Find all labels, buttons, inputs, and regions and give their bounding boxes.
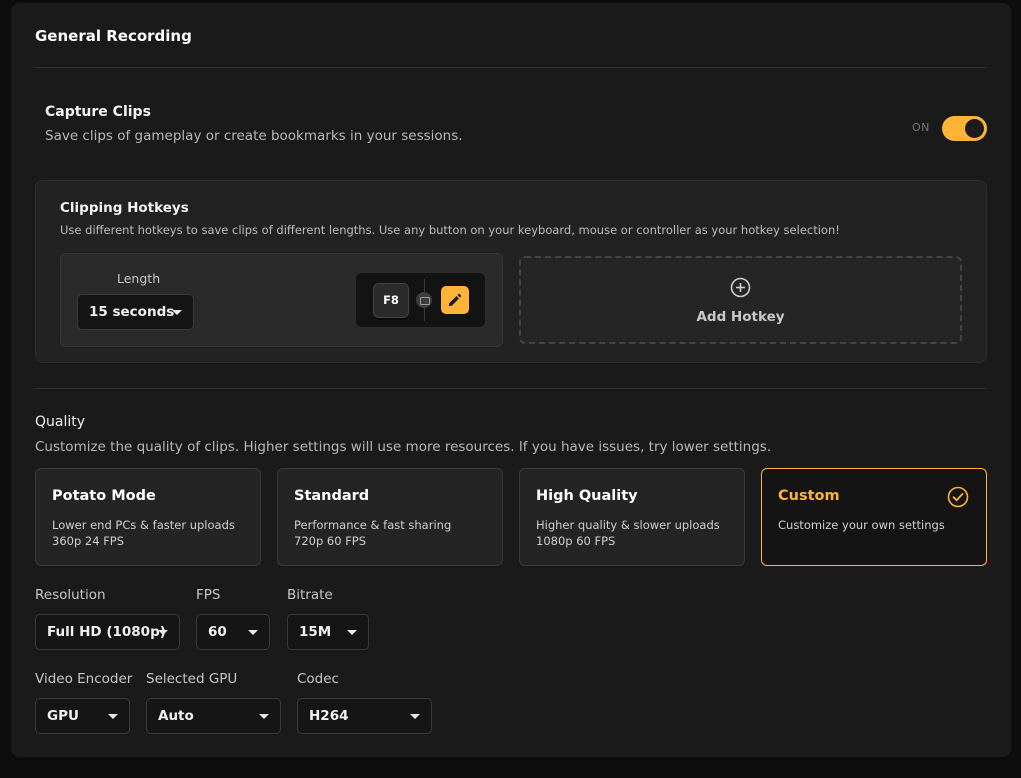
length-value: 15 seconds: [89, 304, 175, 320]
preset-spec: 360p 24 FPS: [52, 534, 125, 548]
preset-name: Potato Mode: [52, 488, 156, 504]
edit-hotkey-button[interactable]: [441, 286, 469, 314]
video-encoder-label: Video Encoder: [35, 671, 133, 687]
add-hotkey-label: Add Hotkey: [696, 309, 785, 325]
length-label: Length: [117, 271, 161, 286]
toggle-state-label: ON: [912, 121, 930, 134]
fps-value: 60: [208, 624, 227, 640]
preset-name: High Quality: [536, 488, 638, 504]
preset-name: Standard: [294, 488, 370, 504]
codec-label: Codec: [297, 671, 339, 687]
preset-potato-mode[interactable]: Potato Mode Lower end PCs & faster uploa…: [35, 468, 261, 566]
hotkey-key: F8: [373, 283, 409, 318]
capture-clips-description: Save clips of gameplay or create bookmar…: [45, 128, 463, 144]
preset-description: Customize your own settings: [778, 518, 945, 532]
chevron-down-icon: [108, 714, 118, 719]
chevron-down-icon: [410, 714, 420, 719]
chevron-down-icon: [347, 630, 357, 635]
keyboard-icon: [416, 292, 432, 308]
resolution-dropdown[interactable]: Full HD (1080p): [35, 614, 180, 650]
check-circle-icon: [947, 486, 969, 508]
preset-high-quality[interactable]: High Quality Higher quality & slower upl…: [519, 468, 745, 566]
selected-gpu-label: Selected GPU: [146, 671, 238, 687]
clipping-hotkeys-title: Clipping Hotkeys: [60, 200, 189, 216]
fps-label: FPS: [196, 587, 221, 603]
bitrate-label: Bitrate: [287, 587, 333, 603]
codec-value: H264: [309, 708, 349, 724]
divider: [35, 388, 987, 389]
bitrate-dropdown[interactable]: 15M: [287, 614, 369, 650]
resolution-value: Full HD (1080p): [47, 624, 166, 640]
clipping-hotkeys-description: Use different hotkeys to save clips of d…: [60, 223, 840, 237]
video-encoder-value: GPU: [47, 708, 79, 724]
preset-description: Higher quality & slower uploads: [536, 518, 720, 532]
preset-description: Performance & fast sharing: [294, 518, 452, 532]
preset-custom[interactable]: Custom Customize your own settings: [761, 468, 987, 566]
section-title: General Recording: [35, 27, 192, 45]
selected-gpu-value: Auto: [158, 708, 194, 724]
preset-description: Lower end PCs & faster uploads: [52, 518, 235, 532]
fps-dropdown[interactable]: 60: [196, 614, 270, 650]
capture-clips-toggle[interactable]: [942, 116, 987, 141]
preset-name: Custom: [778, 488, 840, 504]
video-encoder-dropdown[interactable]: GPU: [35, 698, 130, 734]
add-hotkey-button[interactable]: Add Hotkey: [519, 256, 962, 344]
hotkey-binding: F8: [355, 272, 486, 328]
general-recording-panel: General Recording Capture Clips Save cli…: [11, 3, 1011, 757]
quality-description: Customize the quality of clips. Higher s…: [35, 439, 772, 455]
preset-standard[interactable]: Standard Performance & fast sharing 720p…: [277, 468, 503, 566]
resolution-label: Resolution: [35, 587, 106, 603]
hotkey-card: Length 15 seconds F8: [60, 253, 503, 347]
bitrate-value: 15M: [299, 624, 332, 640]
toggle-knob: [965, 119, 984, 138]
codec-dropdown[interactable]: H264: [297, 698, 432, 734]
divider: [35, 67, 987, 68]
clipping-hotkeys-box: Clipping Hotkeys Use different hotkeys t…: [35, 180, 987, 363]
preset-spec: 720p 60 FPS: [294, 534, 367, 548]
chevron-down-icon: [259, 714, 269, 719]
chevron-down-icon: [172, 310, 182, 315]
pencil-icon: [449, 293, 462, 306]
plus-circle-icon: [730, 277, 751, 298]
quality-title: Quality: [35, 414, 86, 430]
chevron-down-icon: [248, 630, 258, 635]
chevron-down-icon: [158, 630, 168, 635]
length-dropdown[interactable]: 15 seconds: [77, 294, 194, 330]
selected-gpu-dropdown[interactable]: Auto: [146, 698, 281, 734]
capture-clips-title: Capture Clips: [45, 104, 151, 120]
preset-spec: 1080p 60 FPS: [536, 534, 616, 548]
